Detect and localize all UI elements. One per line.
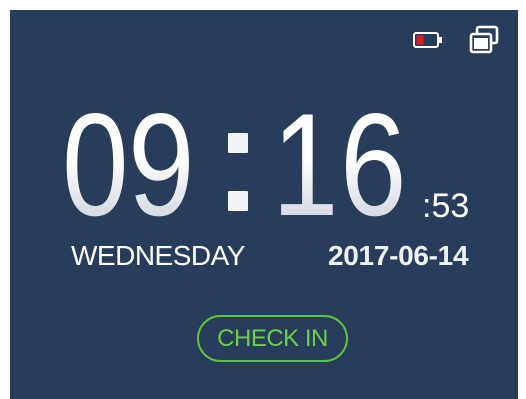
hour-tens-digit: 0: [62, 83, 129, 246]
screen-mirror-icon[interactable]: [468, 24, 500, 56]
minute-ones-digit: 6: [340, 83, 407, 246]
hour-ones-digit: 9: [128, 83, 195, 246]
minute-tens-digit: 1: [272, 83, 339, 246]
date-label: 2017-06-14: [328, 240, 469, 271]
check-in-label: CHECK IN: [217, 324, 328, 352]
check-in-button[interactable]: CHECK IN: [197, 315, 348, 362]
clock-screen: 0 9 1 6 :53 WEDNESDAY 2017-06-14 CHECK I…: [10, 10, 518, 399]
separator-dot-bottom: [228, 191, 248, 211]
battery-low-icon: [413, 32, 442, 48]
seconds-readout: :53: [422, 187, 470, 225]
weekday-label: WEDNESDAY: [71, 240, 245, 271]
separator-dot-top: [228, 133, 248, 153]
time-separator: [228, 133, 250, 213]
